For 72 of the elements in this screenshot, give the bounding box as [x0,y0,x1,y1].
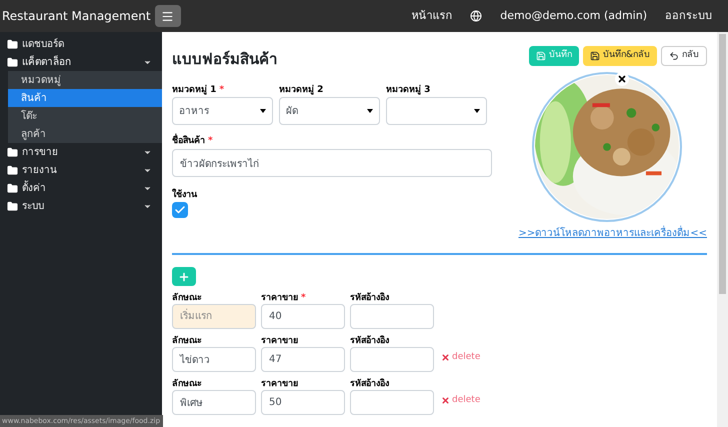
add-button[interactable] [172,267,196,286]
close-icon [441,396,450,405]
feature-field[interactable]: พิเศษ [172,390,256,415]
required-mark: * [219,84,224,96]
nav-link[interactable]: หน้าแรก [411,8,452,24]
reference-code-field[interactable] [350,304,434,329]
field-label: รหัสอ้างอิง [350,335,389,347]
sidebar-item[interactable]: ตั้งค่า [0,179,162,197]
feature-field[interactable]: ไข่ดาว [172,347,256,372]
field-label: หมวดหมู่ 2 [279,84,324,96]
close-icon [617,74,627,84]
sidebar-item[interactable]: การขาย [0,143,162,161]
folder-icon [7,200,18,212]
plus-icon [178,270,190,282]
active-checkbox[interactable] [172,202,188,218]
save-icon [590,51,600,61]
product-name-field[interactable]: ข้าวผัดกระเพราไก่ [172,149,492,177]
folder-icon [7,146,18,158]
category-select[interactable]: อาหาร [172,97,273,125]
close-icon [441,353,450,362]
back-button[interactable]: กลับ [661,46,707,66]
submenu-item[interactable]: โต๊ะ [8,107,162,125]
check-icon [174,204,186,216]
required-mark: * [301,292,306,304]
sidebar-item[interactable]: ระบบ [0,197,162,215]
dropdown-caret-icon [367,109,373,113]
field-label: ชื่อสินค้า [172,135,205,149]
globe-icon[interactable] [470,10,482,22]
price-field[interactable]: 40 [261,304,345,329]
feature-field[interactable]: เริ่มแรก [172,304,256,329]
save-and-back-button[interactable]: บันทึก&กลับ [582,46,657,66]
field-label: ราคาขาย [261,378,298,390]
menu-toggle-button[interactable] [154,5,181,27]
folder-icon [7,56,18,68]
remove-image-button[interactable] [615,72,629,86]
sidebar-item[interactable]: แดชบอร์ด [0,35,162,53]
field-label: ใช้งาน [172,189,197,202]
category-select[interactable]: ผัด [279,97,380,125]
menu-icon [161,10,174,22]
price-field[interactable]: 47 [261,347,345,372]
field-label: ราคาขาย [261,292,298,304]
price-field[interactable]: 50 [261,390,345,415]
field-label: หมวดหมู่ 1 [172,84,216,96]
dropdown-caret-icon [260,109,266,113]
required-mark: * [208,135,213,148]
form-title: แบบฟอร์มสินค้า [172,49,278,70]
field-label: รหัสอ้างอิง [350,378,389,390]
category-select[interactable] [386,97,487,125]
reference-code-field[interactable] [350,347,434,372]
brand-title: Restaurant Management [2,8,151,25]
field-label: รหัสอ้างอิง [350,292,389,304]
field-label: หมวดหมู่ 3 [386,84,430,96]
nav-link[interactable]: demo@demo.com (admin) [500,8,647,24]
folder-icon [7,182,18,194]
reference-code-field[interactable] [350,390,434,415]
field-label: ลักษณะ [172,378,202,390]
submenu-item[interactable]: สินค้า [8,89,162,107]
folder-icon [7,38,18,50]
back-arrow-icon [669,51,679,61]
scrollbar[interactable] [717,32,728,427]
submenu-item[interactable]: ลูกค้า [8,125,162,143]
field-label: ลักษณะ [172,335,202,347]
save-icon [536,51,546,61]
folder-icon [7,164,18,176]
submenu-item[interactable]: หมวดหมู่ [8,71,162,89]
sidebar-item[interactable]: รายงาน [0,161,162,179]
download-link[interactable]: >>ดาวน์โหลดภาพอาหารและเครื่องดื่ม<< [518,226,707,241]
sidebar-item[interactable]: แค็ตตาล็อก [0,53,162,71]
nav-link[interactable]: ออกระบบ [665,8,712,24]
field-label: ราคาขาย [261,335,298,347]
field-label: ลักษณะ [172,292,202,304]
dropdown-caret-icon [474,109,480,113]
